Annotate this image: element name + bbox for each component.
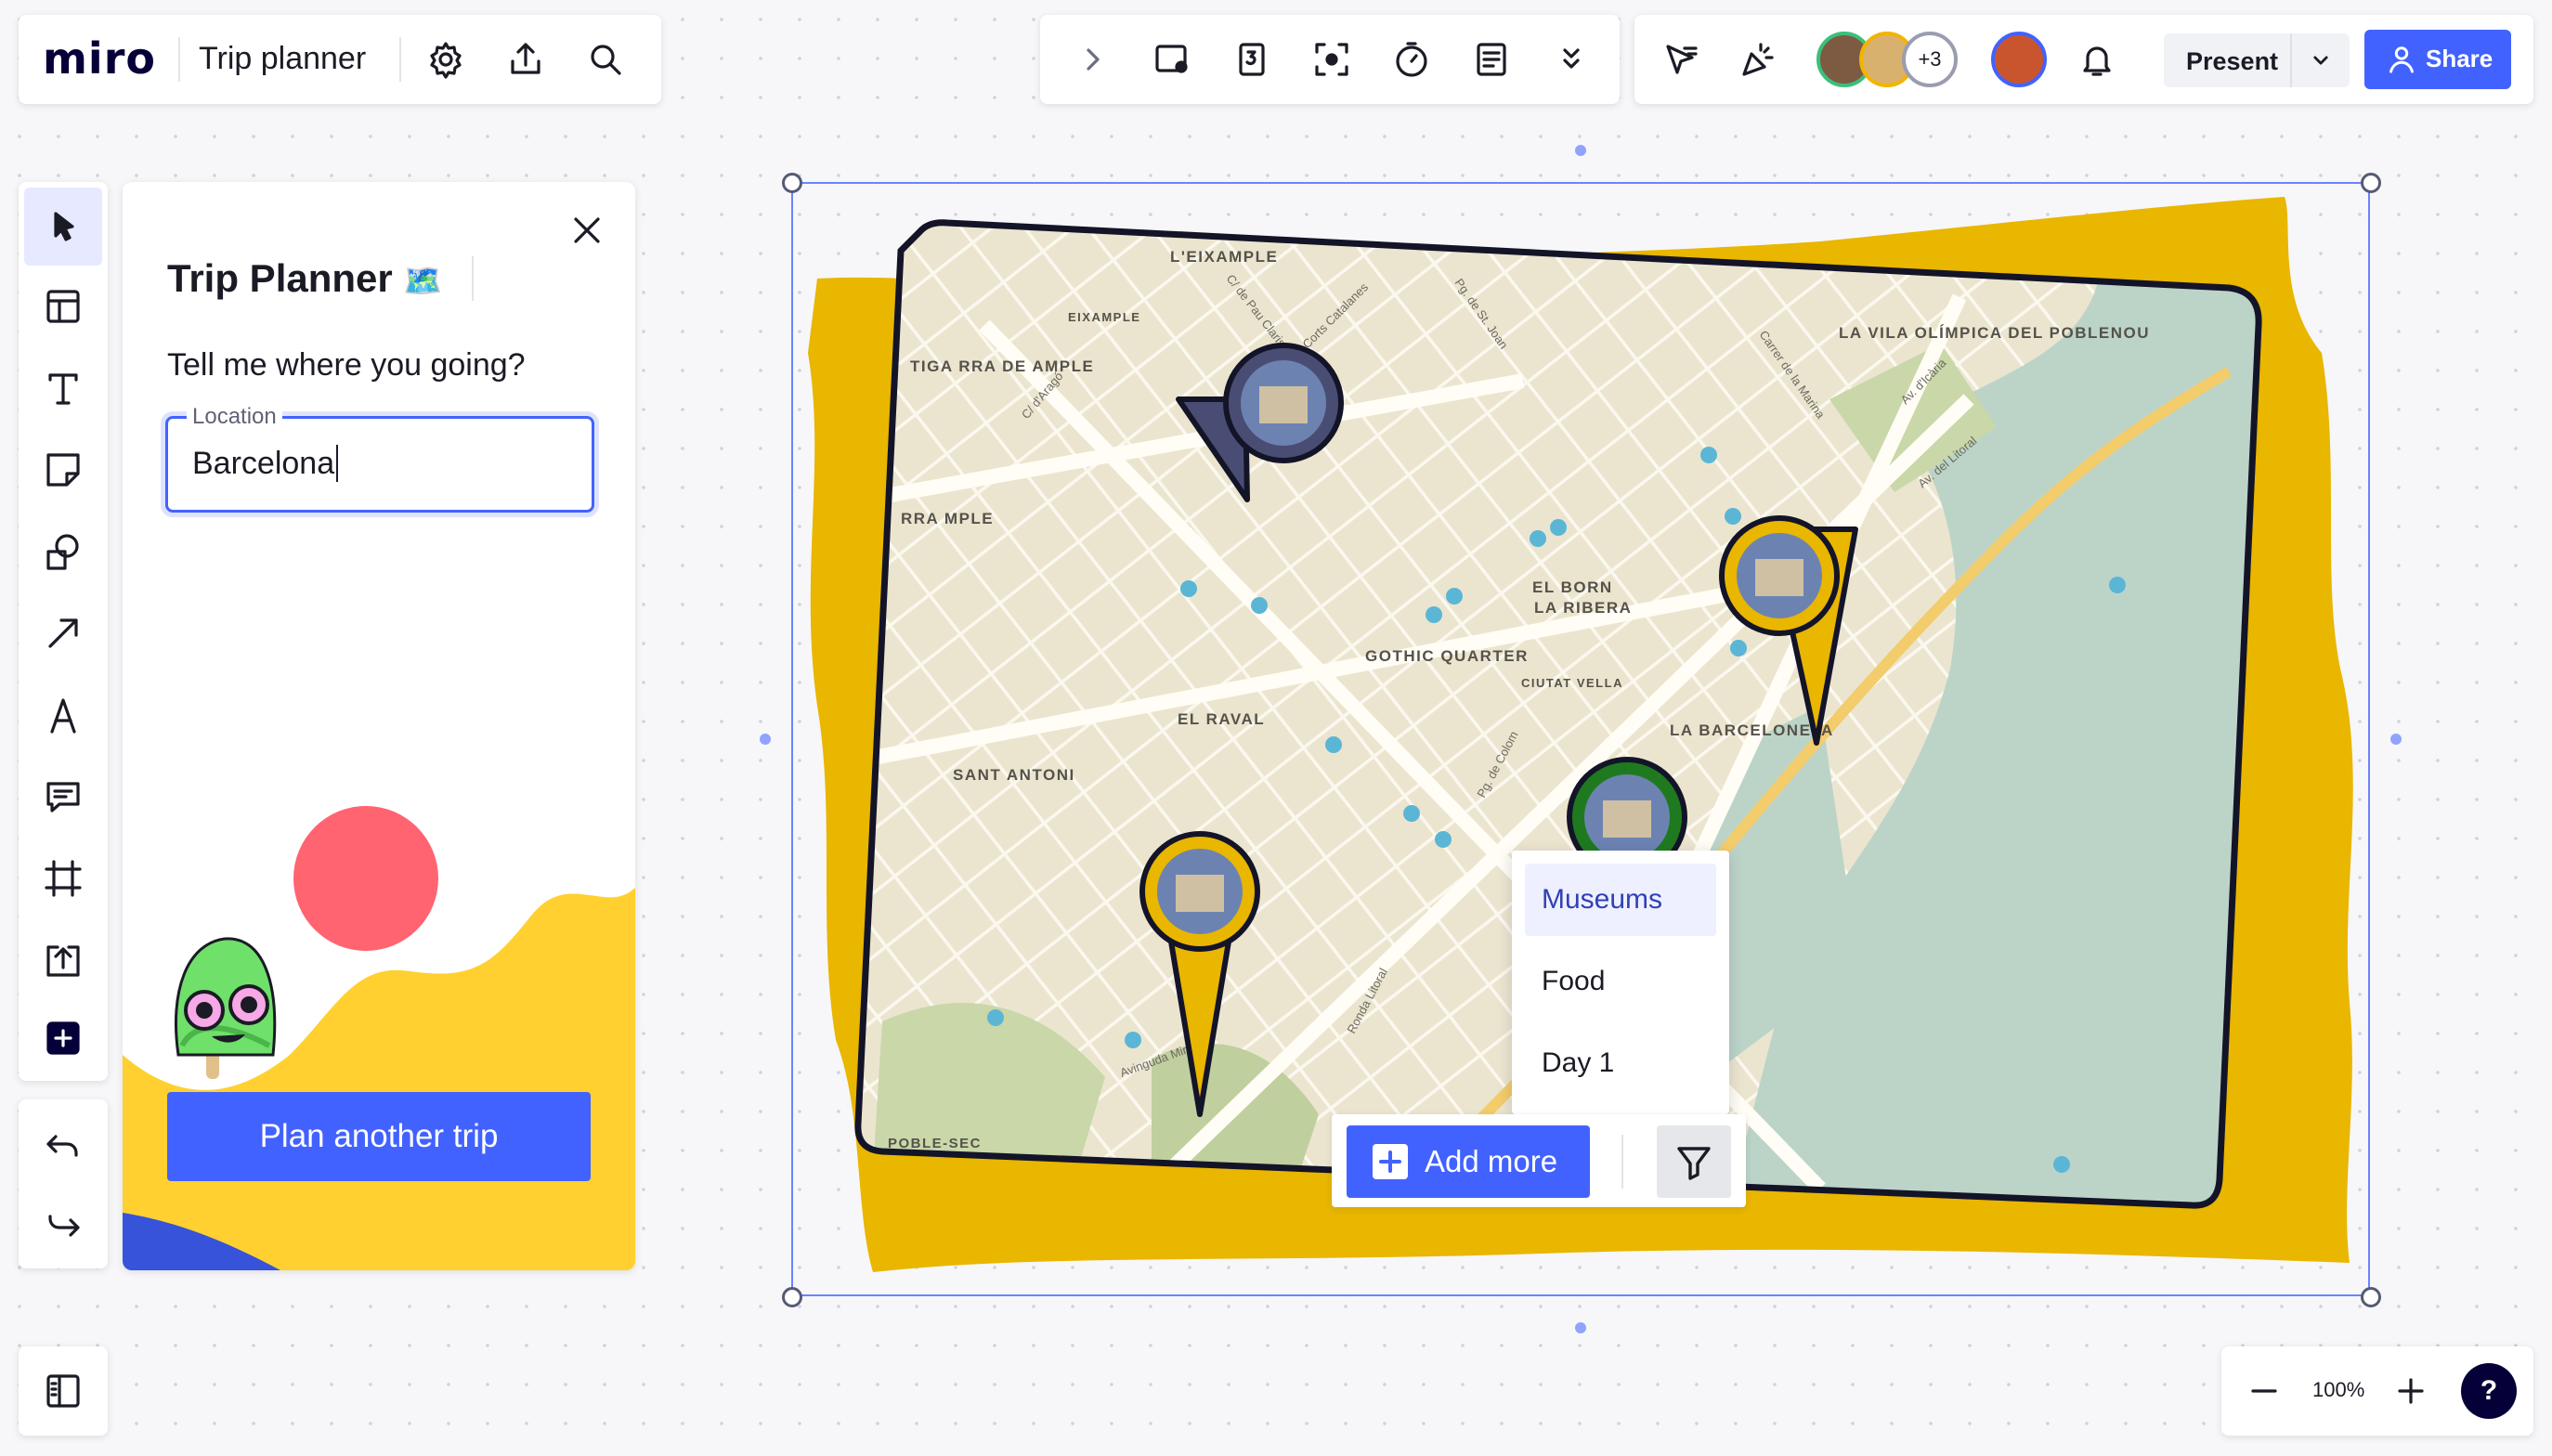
templates-icon[interactable] <box>24 269 102 344</box>
timer-icon[interactable] <box>1386 33 1438 85</box>
text-tool-icon[interactable] <box>24 351 102 425</box>
board-title[interactable]: Trip planner <box>199 41 366 77</box>
map-label: RRA MPLE <box>901 510 994 527</box>
export-upload-icon[interactable] <box>500 33 552 85</box>
add-more-label: Add more <box>1425 1144 1558 1178</box>
zoom-out-icon[interactable] <box>2238 1365 2290 1417</box>
chevron-down-icon[interactable] <box>2290 33 2350 87</box>
map-label: EL RAVAL <box>1178 710 1265 728</box>
present-button[interactable]: Present <box>2164 33 2350 87</box>
cursor-tracking-icon[interactable] <box>1655 33 1707 85</box>
popsicle-mascot-icon <box>174 937 277 1079</box>
zoom-level[interactable]: 100% <box>2312 1378 2364 1402</box>
board-panel-toggle[interactable] <box>19 1346 108 1436</box>
reactions-party-icon[interactable] <box>1731 33 1783 85</box>
map-label: GOTHIC QUARTER <box>1365 647 1529 665</box>
divider <box>178 37 180 82</box>
select-cursor-icon[interactable] <box>24 188 102 266</box>
board-header: miro Trip planner <box>19 15 661 104</box>
search-icon[interactable] <box>579 33 631 85</box>
pen-icon[interactable] <box>24 678 102 752</box>
plus-icon <box>1373 1144 1408 1179</box>
miro-logo[interactable]: miro <box>43 33 156 84</box>
map-label: LA RIBERA <box>1534 599 1632 617</box>
dropdown-item-day-1[interactable]: Day 1 <box>1525 1027 1716 1099</box>
shapes-icon[interactable] <box>24 514 102 589</box>
map-label: CIUTAT VELLA <box>1521 676 1623 690</box>
map-label: LA BARCELONETA <box>1670 722 1834 739</box>
connector-dot[interactable] <box>760 734 771 745</box>
notifications-bell-icon[interactable] <box>2071 33 2123 85</box>
comment-icon[interactable] <box>24 760 102 834</box>
panel-title: Trip Planner 🗺️ <box>167 256 443 301</box>
filter-button[interactable] <box>1657 1125 1731 1198</box>
creation-toolbar <box>19 182 108 1081</box>
share-label: Share <box>2426 45 2493 72</box>
divider <box>399 37 401 82</box>
trip-planner-panel: Trip Planner 🗺️ Tell me where you going?… <box>123 182 635 1270</box>
map-label: L'EIXAMPLE <box>1170 248 1278 266</box>
map-emoji-icon: 🗺️ <box>403 263 443 300</box>
share-button[interactable]: Share <box>2364 30 2511 89</box>
zoom-controls: 100% ? <box>2221 1346 2533 1436</box>
dropdown-item-museums[interactable]: Museums <box>1525 864 1716 936</box>
more-collaborators-count[interactable]: +3 <box>1902 32 1958 87</box>
map-actions-bar: Add more <box>1332 1114 1746 1207</box>
map-label: LA VILA OLÍMPICA DEL POBLENOU <box>1839 324 2150 342</box>
divider <box>472 256 474 301</box>
map-label: EL BORN <box>1532 578 1613 596</box>
connector-dot[interactable] <box>2390 734 2402 745</box>
card-view-icon[interactable] <box>1146 33 1198 85</box>
current-user-avatar[interactable] <box>1991 32 2047 87</box>
add-more-button[interactable]: Add more <box>1347 1125 1590 1198</box>
double-chevron-down-icon[interactable] <box>1545 33 1597 85</box>
location-input[interactable]: Location Barcelona <box>165 404 594 513</box>
filter-funnel-icon <box>1677 1147 1711 1180</box>
sun-circle <box>293 806 438 951</box>
help-button[interactable]: ? <box>2461 1363 2517 1419</box>
map-label: POBLE-SEC <box>888 1136 982 1151</box>
collaboration-toolbar <box>1040 15 1620 104</box>
zoom-in-icon[interactable] <box>2385 1365 2437 1417</box>
connector-dot[interactable] <box>1575 1322 1586 1333</box>
dropdown-item-food[interactable]: Food <box>1525 945 1716 1018</box>
chevron-right-icon[interactable] <box>1066 33 1118 85</box>
plan-another-trip-button[interactable]: Plan another trip <box>167 1092 591 1181</box>
map-label: SANT ANTONI <box>953 766 1075 784</box>
location-input-value[interactable]: Barcelona <box>192 445 339 482</box>
voting-icon[interactable] <box>1226 33 1278 85</box>
more-apps-plus-icon[interactable] <box>24 1001 102 1075</box>
present-label: Present <box>2186 47 2279 75</box>
divider <box>1621 1135 1623 1189</box>
sticky-note-icon[interactable] <box>24 433 102 507</box>
location-question: Tell me where you going? <box>167 347 526 383</box>
location-input-label: Location <box>187 404 282 430</box>
close-icon[interactable] <box>561 204 613 256</box>
category-dropdown: Museums Food Day 1 <box>1512 851 1729 1114</box>
history-toolbar <box>19 1099 108 1268</box>
undo-icon[interactable] <box>24 1109 102 1183</box>
panel-title-text: Trip Planner <box>167 256 393 300</box>
session-toolbar: +3 Present Share <box>1634 15 2533 104</box>
user-icon <box>2389 46 2414 73</box>
summer-illustration <box>123 806 635 1270</box>
connection-line-icon[interactable] <box>24 596 102 670</box>
focus-frame-icon[interactable] <box>1306 33 1358 85</box>
map-label: TIGA RRA DE AMPLE <box>910 358 1094 375</box>
settings-gear-icon[interactable] <box>420 33 472 85</box>
connector-dot[interactable] <box>1575 145 1586 156</box>
frame-icon[interactable] <box>24 841 102 916</box>
upload-icon[interactable] <box>24 923 102 997</box>
map-label: EIXAMPLE <box>1068 310 1140 324</box>
sidebar-panel-icon[interactable] <box>30 1358 97 1424</box>
notes-icon[interactable] <box>1465 33 1517 85</box>
redo-icon[interactable] <box>24 1187 102 1261</box>
